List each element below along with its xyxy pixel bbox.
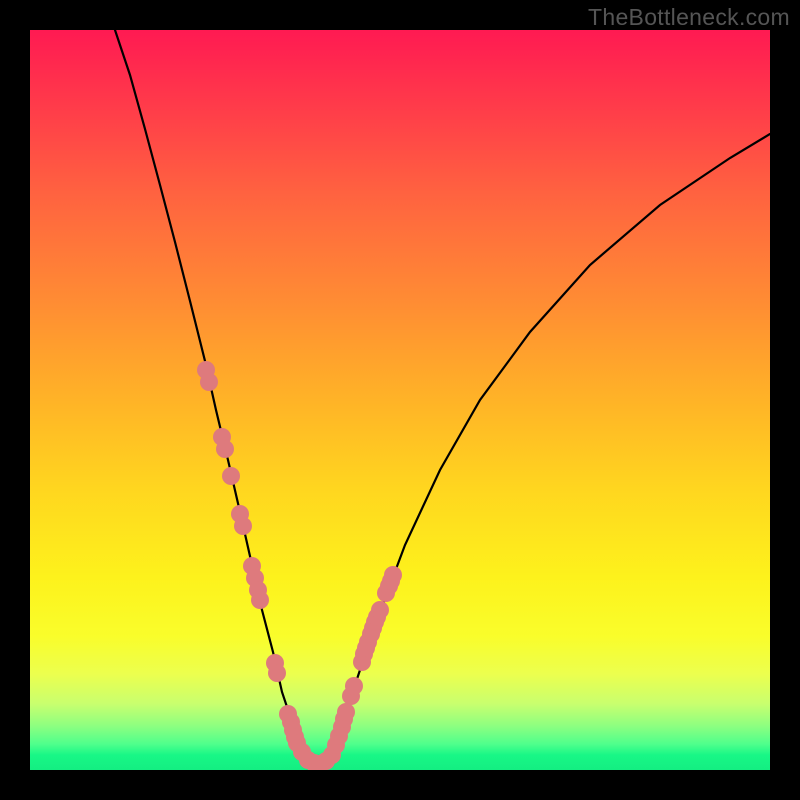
bottleneck-curve-line [115, 30, 770, 764]
data-point [234, 517, 252, 535]
data-point [251, 591, 269, 609]
chart-frame: TheBottleneck.com [0, 0, 800, 800]
data-point [337, 703, 355, 721]
data-point [268, 664, 286, 682]
data-point [371, 601, 389, 619]
watermark-text: TheBottleneck.com [588, 4, 790, 31]
data-point [216, 440, 234, 458]
data-point-markers [197, 361, 402, 770]
chart-svg [30, 30, 770, 770]
chart-plot-area [30, 30, 770, 770]
data-point [200, 373, 218, 391]
data-point [345, 677, 363, 695]
data-point [222, 467, 240, 485]
data-point [384, 566, 402, 584]
